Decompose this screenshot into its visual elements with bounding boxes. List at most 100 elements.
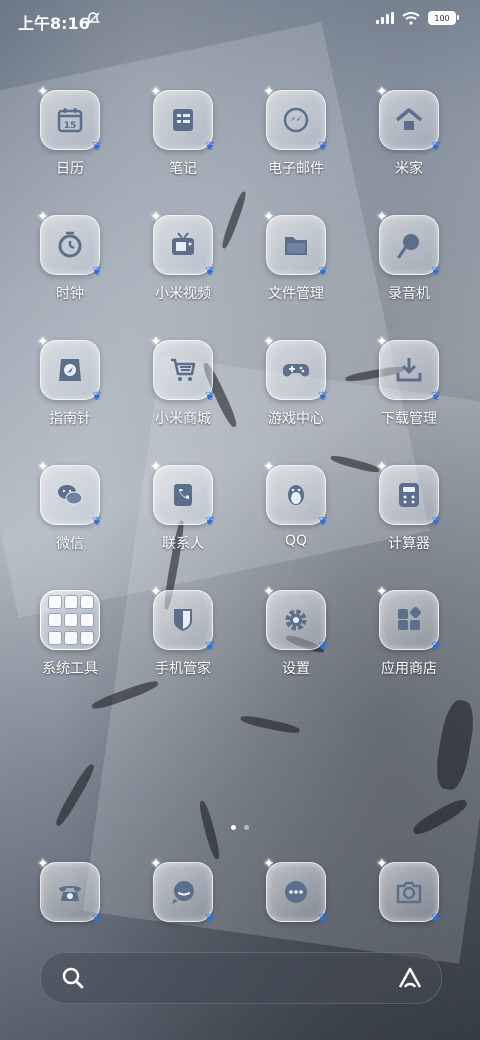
app-calculator[interactable]: ✦ ❦ 计算器 xyxy=(359,460,459,553)
butterfly-icon: ❦ xyxy=(317,911,328,925)
chat-bubble-icon[interactable]: ✦ ❦ xyxy=(263,857,328,925)
mute-icon xyxy=(86,12,100,26)
notes-icon[interactable]: ✦ ❦ xyxy=(150,85,215,153)
butterfly-icon: ❦ xyxy=(91,139,102,153)
app-label: 计算器 xyxy=(388,536,430,552)
clock-icon[interactable]: ✦ ❦ xyxy=(37,210,102,278)
butterfly-icon: ❦ xyxy=(204,389,215,403)
app-calendar[interactable]: 15 ✦ ❦ 日历 xyxy=(20,85,120,178)
calendar-day: 15 xyxy=(64,121,77,131)
app-file-manager[interactable]: ✦ ❦ 文件管理 xyxy=(246,210,346,303)
sparkle-icon: ✦ xyxy=(263,84,275,100)
status-time: 上午8:16 xyxy=(18,14,90,33)
folder-grid-icon[interactable] xyxy=(40,590,100,650)
dock-messages[interactable]: ✦ ❦ xyxy=(133,857,233,924)
page-dot[interactable] xyxy=(231,825,236,830)
butterfly-icon: ❦ xyxy=(430,389,441,403)
page-dot[interactable] xyxy=(244,825,249,830)
app-email[interactable]: ✦ ❦ 电子邮件 xyxy=(246,85,346,178)
app-security[interactable]: ✦ ❦ 手机管家 xyxy=(133,585,233,678)
app-clock[interactable]: ✦ ❦ 时钟 xyxy=(20,210,120,303)
gamepad-icon[interactable]: ✦ ❦ xyxy=(263,335,328,403)
butterfly-icon: ❦ xyxy=(430,639,441,653)
butterfly-icon: ❦ xyxy=(91,264,102,278)
battery-level: 100 xyxy=(434,13,450,23)
dock-phone[interactable]: ✦ ❦ xyxy=(20,857,120,925)
app-label: 设置 xyxy=(282,661,310,677)
butterfly-icon: ❦ xyxy=(91,911,102,925)
sparkle-icon: ✦ xyxy=(376,856,388,872)
app-label: 指南针 xyxy=(49,411,91,427)
recorder-icon[interactable]: ✦ ❦ xyxy=(376,210,441,278)
butterfly-icon: ❦ xyxy=(317,264,328,278)
app-label: 日历 xyxy=(56,161,84,177)
shield-icon[interactable]: ✦ ❦ xyxy=(150,585,215,652)
butterfly-icon: ❦ xyxy=(430,139,441,153)
app-label: 下载管理 xyxy=(381,411,437,427)
sparkle-icon: ✦ xyxy=(376,209,388,225)
calendar-icon[interactable]: 15 ✦ ❦ xyxy=(37,85,102,153)
camera-icon[interactable]: ✦ ❦ xyxy=(376,857,441,924)
app-compass[interactable]: ✦ ❦ 指南针 xyxy=(20,335,120,428)
home-icon[interactable]: ✦ ❦ xyxy=(376,85,441,153)
message-icon[interactable]: ✦ ❦ xyxy=(150,857,215,924)
dock-chat[interactable]: ✦ ❦ xyxy=(246,857,346,925)
folder-icon[interactable]: ✦ ❦ xyxy=(263,210,328,278)
app-store-icon[interactable]: ✦ ❦ xyxy=(376,585,441,653)
app-label: 小米视频 xyxy=(155,286,211,302)
phone-icon[interactable]: ✦ ❦ xyxy=(37,857,102,925)
butterfly-icon: ❦ xyxy=(317,639,328,653)
page-indicator[interactable] xyxy=(0,825,480,830)
app-label: 游戏中心 xyxy=(268,411,324,427)
compass-icon[interactable]: ✦ ❦ xyxy=(37,335,102,403)
app-folder-system-tools[interactable]: 系统工具 xyxy=(20,590,120,678)
app-notes[interactable]: ✦ ❦ 笔记 xyxy=(133,85,233,178)
app-mi-store[interactable]: ✦ ❦ 小米商城 xyxy=(133,335,233,428)
app-qq[interactable]: ✦ ❦ QQ xyxy=(246,460,346,549)
calculator-icon[interactable]: ✦ ❦ xyxy=(376,460,441,527)
butterfly-icon: ❦ xyxy=(204,139,215,153)
app-mi-video[interactable]: ✦ ❦ 小米视频 xyxy=(133,210,233,303)
butterfly-icon: ❦ xyxy=(317,139,328,153)
dock-camera[interactable]: ✦ ❦ xyxy=(359,857,459,924)
butterfly-icon: ❦ xyxy=(91,389,102,403)
app-label: 联系人 xyxy=(162,536,204,552)
app-settings[interactable]: ✦ ❦ 设置 xyxy=(246,585,346,678)
app-label: 时钟 xyxy=(56,286,84,302)
app-mi-home[interactable]: ✦ ❦ 米家 xyxy=(359,85,459,178)
app-label: 小米商城 xyxy=(155,411,211,427)
app-label: QQ xyxy=(284,533,308,549)
wifi-icon xyxy=(402,12,420,25)
butterfly-icon: ❦ xyxy=(430,264,441,278)
sparkle-icon: ✦ xyxy=(37,209,49,225)
cart-icon[interactable]: ✦ ❦ xyxy=(150,335,215,403)
sparkle-icon: ✦ xyxy=(150,209,162,225)
app-label: 系统工具 xyxy=(42,661,98,677)
app-contacts[interactable]: ✦ ❦ 联系人 xyxy=(133,460,233,553)
app-label: 文件管理 xyxy=(268,286,324,302)
app-downloads[interactable]: ✦ ❦ 下载管理 xyxy=(359,335,459,428)
tv-icon[interactable]: ✦ ❦ xyxy=(150,210,215,277)
assistant-icon[interactable] xyxy=(397,966,423,990)
sparkle-icon: ✦ xyxy=(37,334,49,350)
email-icon[interactable]: ✦ ❦ xyxy=(263,85,328,153)
download-icon[interactable]: ✦ ❦ xyxy=(376,335,441,403)
penguin-icon[interactable]: ✦ ❦ xyxy=(263,460,328,527)
app-label: 手机管家 xyxy=(155,661,211,677)
sparkle-icon: ✦ xyxy=(376,459,388,475)
sparkle-icon: ✦ xyxy=(37,84,49,100)
search-icon[interactable] xyxy=(61,966,85,990)
gear-icon[interactable]: ✦ ❦ xyxy=(263,585,328,653)
sparkle-icon: ✦ xyxy=(150,84,162,100)
contacts-icon[interactable]: ✦ ❦ xyxy=(150,460,215,527)
wechat-icon[interactable]: ✦ ❦ xyxy=(37,460,102,527)
app-label: 米家 xyxy=(395,161,423,177)
app-wechat[interactable]: ✦ ❦ 微信 xyxy=(20,460,120,553)
search-bar[interactable] xyxy=(40,952,442,1004)
butterfly-icon: ❦ xyxy=(317,389,328,403)
app-app-store[interactable]: ✦ ❦ 应用商店 xyxy=(359,585,459,678)
app-game-center[interactable]: ✦ ❦ 游戏中心 xyxy=(246,335,346,428)
sparkle-icon: ✦ xyxy=(150,334,162,350)
sparkle-icon: ✦ xyxy=(263,209,275,225)
app-recorder[interactable]: ✦ ❦ 录音机 xyxy=(359,210,459,303)
